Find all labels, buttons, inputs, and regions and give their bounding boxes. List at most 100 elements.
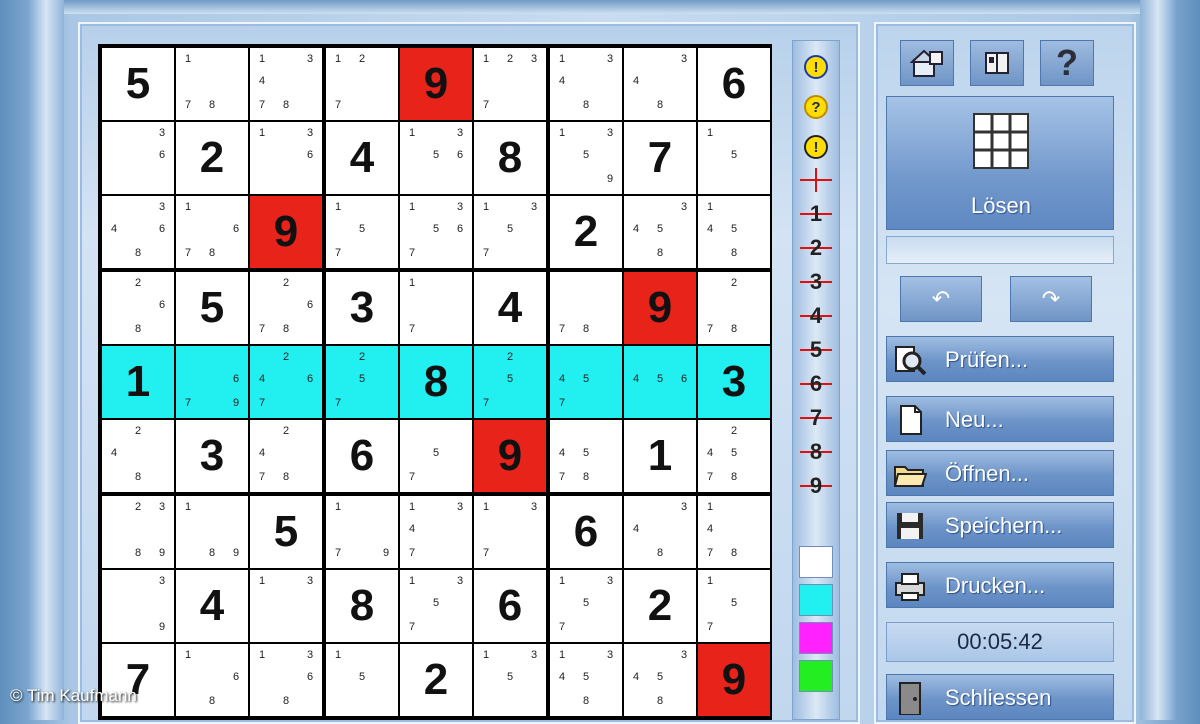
sudoku-cell[interactable]: 3 4 8 xyxy=(624,496,696,568)
sudoku-cell[interactable]: 2 3 8 9 xyxy=(102,496,174,568)
sudoku-cell[interactable]: 17 xyxy=(400,272,472,344)
sudoku-cell[interactable]: 1 3 4 7 8 xyxy=(250,48,322,120)
sudoku-cell[interactable]: 3 xyxy=(698,346,770,418)
number-tool-8[interactable]: 8 xyxy=(798,439,834,464)
number-tool-9[interactable]: 9 xyxy=(798,473,834,498)
sudoku-cell[interactable]: 4 5 7 8 xyxy=(550,420,622,492)
close-button[interactable]: Schliessen xyxy=(886,674,1114,720)
sudoku-cell[interactable]: 13 xyxy=(250,570,322,642)
number-tool-5[interactable]: 5 xyxy=(798,337,834,362)
sudoku-cell[interactable]: 2 5 7 xyxy=(326,346,398,418)
sudoku-cell[interactable]: 1 xyxy=(102,346,174,418)
save-button[interactable]: Speichern... xyxy=(886,502,1114,548)
eraser-tool[interactable] xyxy=(798,168,834,192)
sudoku-cell[interactable]: 7 xyxy=(624,122,696,194)
sudoku-cell[interactable]: 1 4 5 8 xyxy=(698,196,770,268)
number-tool-6[interactable]: 6 xyxy=(798,371,834,396)
sudoku-cell[interactable]: 3 4 8 xyxy=(624,48,696,120)
sudoku-cell[interactable]: 3 4 5 8 xyxy=(624,196,696,268)
sudoku-cell[interactable]: 6 7 9 xyxy=(176,346,248,418)
alert-tool[interactable]: ! xyxy=(801,132,831,162)
sudoku-cell[interactable]: 6 xyxy=(698,48,770,120)
sudoku-cell[interactable]: 2 xyxy=(550,196,622,268)
sudoku-cell[interactable]: 3 4 6 8 xyxy=(102,196,174,268)
sudoku-cell[interactable]: 3 xyxy=(176,420,248,492)
sudoku-cell[interactable]: 2 xyxy=(624,570,696,642)
number-tool-4[interactable]: 4 xyxy=(798,303,834,328)
sudoku-cell[interactable]: 8 xyxy=(326,570,398,642)
sudoku-cell[interactable]: 2 4 7 8 xyxy=(250,420,322,492)
sudoku-cell[interactable]: 1 6 8 xyxy=(176,644,248,716)
new-button[interactable]: Neu... xyxy=(886,396,1114,442)
number-tool-1[interactable]: 1 xyxy=(798,201,834,226)
sudoku-cell[interactable]: 2 6 8 xyxy=(102,272,174,344)
sudoku-cell[interactable]: 6 xyxy=(550,496,622,568)
sudoku-cell[interactable]: 15 xyxy=(698,122,770,194)
sudoku-cell[interactable]: 2 6 7 8 xyxy=(250,272,322,344)
undo-button[interactable]: ↶ xyxy=(900,276,982,322)
sudoku-cell[interactable]: 1678 xyxy=(176,196,248,268)
sudoku-cell[interactable]: 2 4 8 xyxy=(102,420,174,492)
sudoku-cell[interactable]: 2 xyxy=(400,644,472,716)
sudoku-cell[interactable]: 9 xyxy=(250,196,322,268)
sudoku-cell[interactable]: 1 3 5 6 7 xyxy=(400,196,472,268)
sudoku-cell[interactable]: 9 xyxy=(400,48,472,120)
sudoku-cell[interactable]: 8 xyxy=(474,122,546,194)
color-swatch[interactable] xyxy=(799,660,833,692)
sudoku-cell[interactable]: 1 3 5 7 xyxy=(550,570,622,642)
sudoku-cell[interactable]: 9 xyxy=(698,644,770,716)
sudoku-cell[interactable]: 6 xyxy=(326,420,398,492)
sudoku-cell[interactable]: 1 4 7 8 xyxy=(698,496,770,568)
sudoku-cell[interactable]: 36 xyxy=(102,122,174,194)
sudoku-cell[interactable]: 4 5 6 xyxy=(624,346,696,418)
sudoku-cell[interactable]: 1 7 8 xyxy=(176,48,248,120)
sudoku-cell[interactable]: 78 xyxy=(550,272,622,344)
sudoku-cell[interactable]: 4 xyxy=(326,122,398,194)
sudoku-cell[interactable]: 1 5 7 xyxy=(326,196,398,268)
sudoku-cell[interactable]: 1 3 4 8 xyxy=(550,48,622,120)
sudoku-cell[interactable]: 2 7 8 xyxy=(698,272,770,344)
sudoku-cell[interactable]: 8 xyxy=(400,346,472,418)
sudoku-cell[interactable]: 4 5 7 xyxy=(550,346,622,418)
number-tool-2[interactable]: 2 xyxy=(798,235,834,260)
sudoku-cell[interactable]: 2 4 6 7 xyxy=(250,346,322,418)
sudoku-cell[interactable]: 1 2 7 xyxy=(326,48,398,120)
open-button[interactable]: Öffnen... xyxy=(886,450,1114,496)
redo-button[interactable]: ↷ xyxy=(1010,276,1092,322)
sudoku-cell[interactable]: 1 xyxy=(624,420,696,492)
sudoku-cell[interactable]: 5 xyxy=(250,496,322,568)
check-button[interactable]: Prüfen... xyxy=(886,336,1114,382)
sudoku-cell[interactable]: 1 3 6 xyxy=(250,122,322,194)
sudoku-cell[interactable]: 5 xyxy=(176,272,248,344)
sudoku-cell[interactable]: 1 3 4 7 xyxy=(400,496,472,568)
sudoku-cell[interactable]: 2 5 7 xyxy=(474,346,546,418)
sudoku-cell[interactable]: 5 xyxy=(102,48,174,120)
sudoku-cell[interactable]: 1 3 5 9 xyxy=(550,122,622,194)
sudoku-cell[interactable]: 3 4 5 8 xyxy=(624,644,696,716)
number-tool-3[interactable]: 3 xyxy=(798,269,834,294)
sudoku-cell[interactable]: 57 xyxy=(400,420,472,492)
settings-button[interactable] xyxy=(900,40,954,86)
number-tool-7[interactable]: 7 xyxy=(798,405,834,430)
sudoku-cell[interactable]: 1 3 5 7 xyxy=(400,570,472,642)
sudoku-cell[interactable]: 6 xyxy=(474,570,546,642)
sudoku-cell[interactable]: 39 xyxy=(102,570,174,642)
sudoku-cell[interactable]: 1 3 6 8 xyxy=(250,644,322,716)
help-button[interactable]: ? xyxy=(1040,40,1094,86)
sudoku-cell[interactable]: 1 8 9 xyxy=(176,496,248,568)
sudoku-cell[interactable]: 4 xyxy=(474,272,546,344)
sudoku-cell[interactable]: 1 3 5 7 xyxy=(474,196,546,268)
sudoku-cell[interactable]: 1 2 3 7 xyxy=(474,48,546,120)
sudoku-cell[interactable]: 1 7 9 xyxy=(326,496,398,568)
sudoku-cell[interactable]: 9 xyxy=(624,272,696,344)
book-button[interactable] xyxy=(970,40,1024,86)
sudoku-cell[interactable]: 1 3 5 6 xyxy=(400,122,472,194)
sudoku-cell[interactable]: 15 xyxy=(326,644,398,716)
sudoku-cell[interactable]: 2 4 5 7 8 xyxy=(698,420,770,492)
color-swatch[interactable] xyxy=(799,622,833,654)
sudoku-cell[interactable]: 1 5 7 xyxy=(698,570,770,642)
hint-tool[interactable]: ! xyxy=(801,52,831,82)
sudoku-cell[interactable]: 1 3 7 xyxy=(474,496,546,568)
sudoku-cell[interactable]: 1 3 5 xyxy=(474,644,546,716)
question-tool[interactable]: ? xyxy=(801,92,831,122)
